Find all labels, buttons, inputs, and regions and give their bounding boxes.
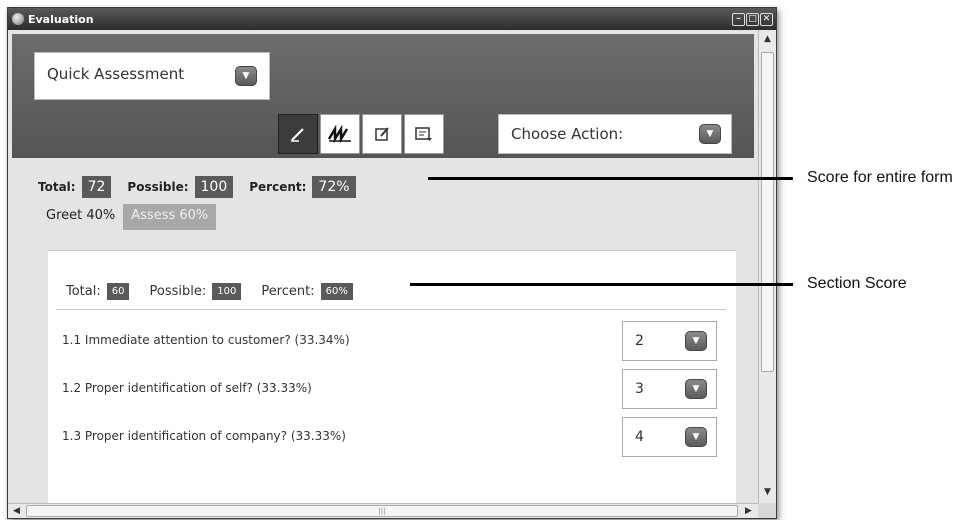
close-icon[interactable]: ✕ (760, 12, 773, 26)
section-possible-value: 100 (212, 283, 242, 300)
form-total-label: Total: (38, 180, 76, 194)
section-divider (56, 309, 726, 310)
chevron-down-icon[interactable]: ▼ (685, 379, 707, 399)
window-title: Evaluation (28, 12, 94, 26)
question-score-value: 2 (635, 333, 644, 349)
scroll-up-icon[interactable]: ▲ (760, 32, 775, 47)
section-percent-label: Percent: (261, 284, 315, 299)
form-possible-value: 100 (194, 176, 234, 198)
annotation-section-score: Section Score (807, 275, 907, 292)
section-panel: Total: 60 Possible: 100 Percent: 60% 1.1… (38, 230, 746, 503)
minimize-icon[interactable]: – (732, 12, 745, 26)
evaluation-window: Evaluation – □ ✕ Quick Assessment ▼ Choo… (7, 7, 777, 519)
edit-note-button[interactable] (362, 114, 402, 154)
pen-icon (291, 128, 304, 142)
section-total-value: 60 (106, 283, 130, 300)
stage: Evaluation – □ ✕ Quick Assessment ▼ Choo… (0, 0, 956, 520)
tab-greet[interactable]: Greet 40% (38, 204, 124, 230)
chevron-down-icon[interactable]: ▼ (685, 331, 707, 351)
question-score-value: 4 (635, 429, 644, 445)
title-bar: Evaluation – □ ✕ (8, 8, 776, 30)
question-label: 1.3 Proper identification of company? (3… (62, 429, 346, 443)
signature-icon (327, 125, 351, 143)
maximize-icon[interactable]: □ (746, 12, 759, 26)
section-tabs: Greet 40% Assess 60% (38, 204, 217, 230)
question-label: 1.1 Immediate attention to customer? (33… (62, 333, 350, 347)
question-score-select[interactable]: 2 ▼ (622, 321, 717, 361)
section-content: Total: 60 Possible: 100 Percent: 60% 1.1… (48, 250, 736, 503)
form-total-value: 72 (81, 176, 112, 198)
tab-assess[interactable]: Assess 60% (123, 204, 217, 230)
signature-tool-button[interactable] (320, 114, 360, 154)
section-possible-label: Possible: (149, 284, 207, 299)
annotation-line-form-score (428, 177, 793, 180)
edit-note-icon (375, 127, 389, 141)
pen-tool-button[interactable] (278, 114, 318, 154)
scroll-left-icon[interactable]: ◀ (9, 504, 24, 518)
action-select-label: Choose Action: (511, 125, 624, 143)
preview-icon (415, 127, 432, 141)
annotation-form-score: Score for entire form (807, 169, 953, 186)
horizontal-scroll-thumb[interactable]: ||| (26, 505, 738, 517)
chevron-down-icon[interactable]: ▼ (699, 124, 721, 144)
question-label: 1.2 Proper identification of self? (33.3… (62, 381, 312, 395)
action-select[interactable]: Choose Action: ▼ (498, 114, 732, 154)
scroll-right-icon[interactable]: ▶ (741, 504, 756, 518)
form-percent-value: 72% (312, 176, 356, 198)
scroll-down-icon[interactable]: ▼ (760, 485, 775, 500)
window-content: Quick Assessment ▼ Choose Action: ▼ Tota… (8, 30, 758, 503)
form-select-value: Quick Assessment (47, 65, 185, 83)
horizontal-scrollbar[interactable]: ◀ ||| ▶ (8, 503, 758, 518)
annotation-line-section-score (410, 283, 793, 286)
question-score-select[interactable]: 3 ▼ (622, 369, 717, 409)
scroll-corner (758, 503, 776, 518)
question-score-value: 3 (635, 381, 644, 397)
vertical-scrollbar[interactable]: ▲ ▼ (758, 30, 776, 503)
form-score-bar: Total: 72 Possible: 100 Percent: 72% (38, 176, 372, 198)
section-percent-value: 60% (320, 283, 353, 300)
vertical-scroll-thumb[interactable] (761, 52, 774, 372)
chevron-down-icon[interactable]: ▼ (685, 427, 707, 447)
window-controls: – □ ✕ (732, 12, 773, 26)
question-score-select[interactable]: 4 ▼ (622, 417, 717, 457)
form-possible-label: Possible: (127, 180, 189, 194)
app-icon (12, 13, 24, 25)
form-percent-label: Percent: (249, 180, 307, 194)
section-score-bar: Total: 60 Possible: 100 Percent: 60% (66, 283, 373, 300)
preview-button[interactable] (404, 114, 444, 154)
form-select[interactable]: Quick Assessment ▼ (34, 52, 270, 100)
chevron-down-icon[interactable]: ▼ (235, 66, 257, 86)
toolbar-panel: Quick Assessment ▼ Choose Action: ▼ (12, 34, 754, 158)
section-total-label: Total: (66, 284, 101, 299)
